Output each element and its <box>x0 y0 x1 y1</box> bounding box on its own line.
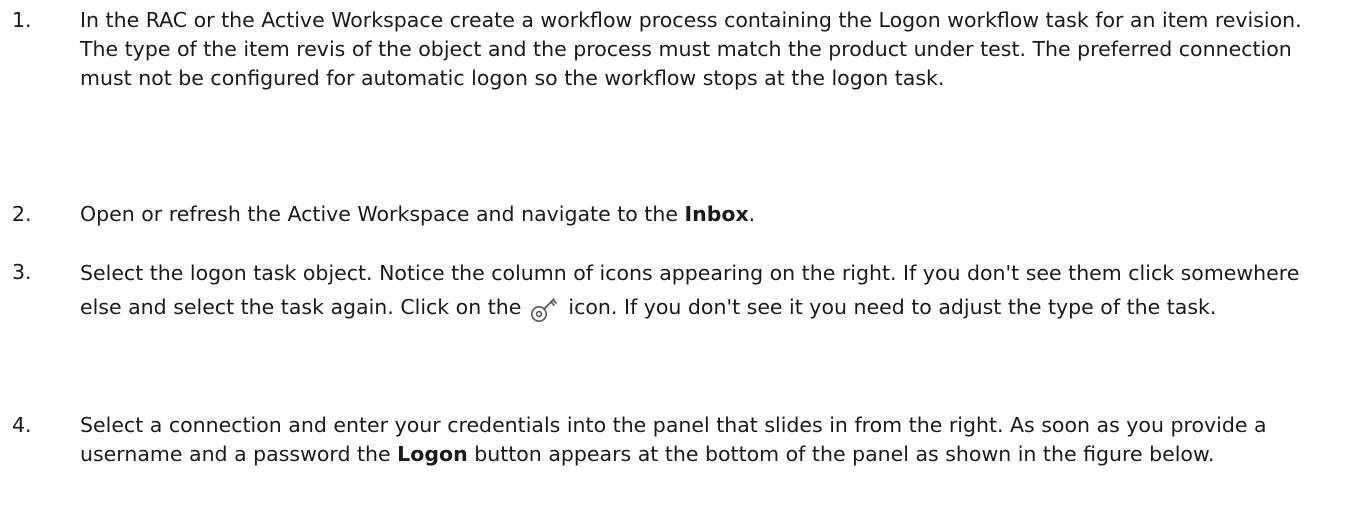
logon-emphasis: Logon <box>397 442 468 466</box>
step-text: Select a connection and enter your crede… <box>80 411 1342 469</box>
step-number: 2. <box>12 202 32 226</box>
step-text-part: icon. If you don't see it you need to ad… <box>561 295 1217 319</box>
step-text-part: . <box>748 202 756 226</box>
step-number: 1. <box>12 8 32 32</box>
step-text: Open or refresh the Active Workspace and… <box>80 200 1342 229</box>
step-number: 3. <box>12 260 32 284</box>
instruction-document: 1. In the RAC or the Active Workspace cr… <box>0 0 1356 529</box>
inbox-emphasis: Inbox <box>684 202 749 226</box>
step-text: In the RAC or the Active Workspace creat… <box>80 8 1302 90</box>
step-number: 4. <box>12 413 32 437</box>
step-text-part: Open or refresh the Active Workspace and… <box>80 202 685 226</box>
key-icon <box>530 295 560 323</box>
step-text-part: button appears at the bottom of the pane… <box>467 442 1215 466</box>
step-text: Select the logon task object. Notice the… <box>80 256 1342 324</box>
